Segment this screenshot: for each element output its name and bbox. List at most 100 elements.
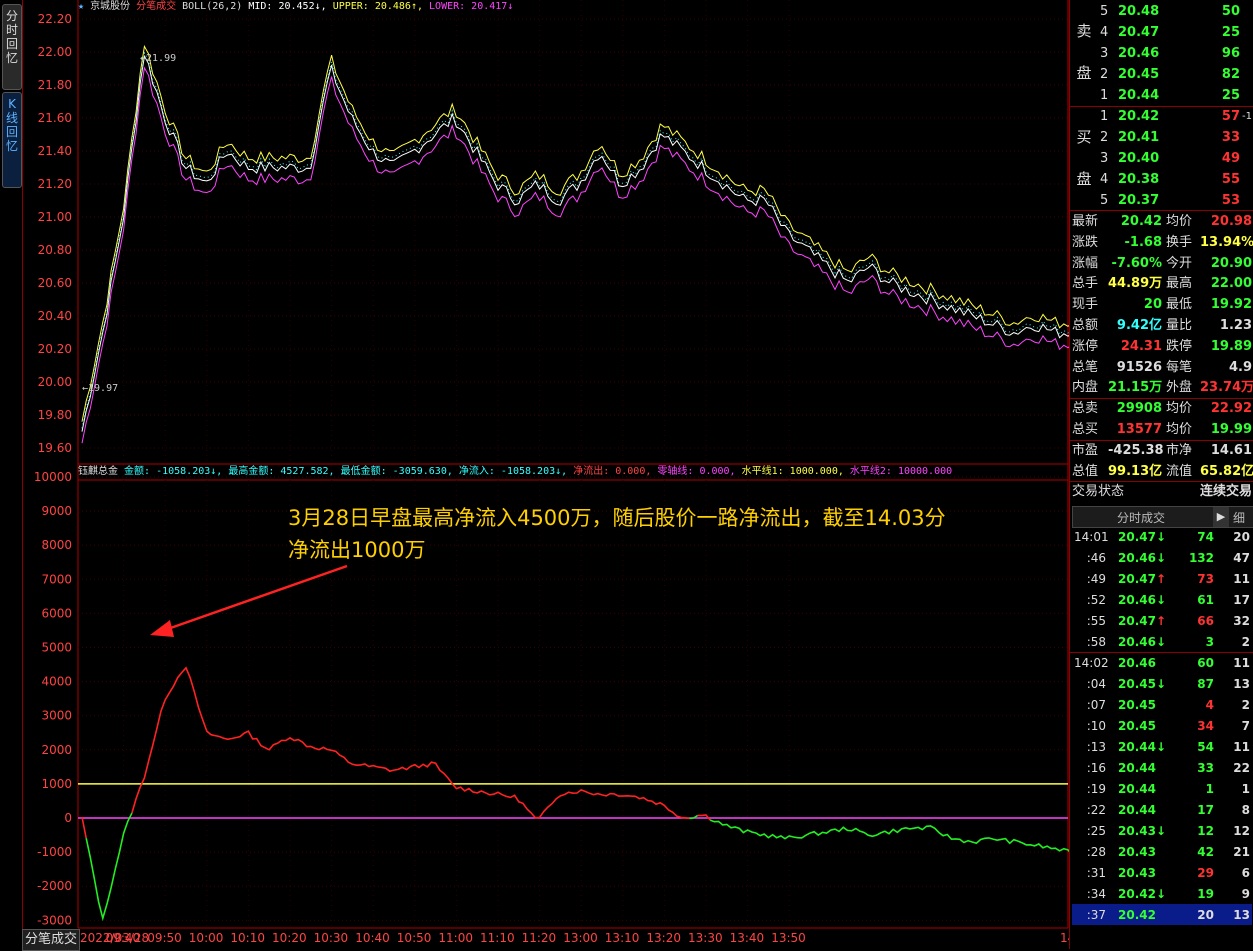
tick-row[interactable]: 14:01 20.47↓ 74 20	[1070, 527, 1253, 548]
tick-list-header[interactable]: 分时成交 ▶ 细	[1072, 506, 1253, 528]
quote-value: 99.13亿	[1108, 463, 1163, 479]
tick-count: 17	[1233, 593, 1250, 607]
tick-price-value: 20.43	[1118, 824, 1156, 838]
tick-row[interactable]: :34 20.42↓ 19 9	[1070, 884, 1253, 905]
tick-price-value: 20.45	[1118, 677, 1156, 691]
star-icon[interactable]: ★	[78, 1, 84, 12]
quote-row: 最新 20.42 均价 20.98	[1070, 211, 1253, 232]
flow-tick-label: 9000	[41, 504, 72, 518]
tick-time: :25	[1086, 824, 1106, 838]
buy-level-row[interactable]: 5 20.37 53	[1100, 190, 1253, 211]
tick-price: 20.44	[1118, 758, 1168, 779]
net-inflow-line	[81, 816, 87, 839]
indicator-inflow: 净流入: -1058.203↓,	[458, 466, 568, 477]
tick-row[interactable]: 14:02 20.46 60 11	[1070, 653, 1253, 674]
quote-value: -7.60%	[1111, 255, 1163, 271]
quote-value: 44.89万	[1108, 276, 1163, 292]
boll-upper-line	[81, 44, 1069, 422]
time-tick-label: 11:00	[438, 931, 473, 945]
tick-price: 20.43	[1118, 842, 1168, 863]
tick-volume: 1	[1205, 782, 1214, 796]
tick-row[interactable]: :49 20.47↑ 73 11	[1070, 569, 1253, 590]
tick-row[interactable]: :25 20.43↓ 12 12	[1070, 821, 1253, 842]
sell-level-row[interactable]: 5 20.48 50	[1100, 1, 1253, 22]
buy-level-row[interactable]: 1 20.42 57	[1100, 106, 1253, 127]
quote-value: 9.42亿	[1116, 318, 1162, 333]
tick-price-value: 20.46	[1118, 593, 1156, 607]
sell-level-row[interactable]: 2 20.45 82	[1100, 64, 1253, 85]
buy-side-label-1: 买	[1076, 128, 1092, 146]
tick-price-value: 20.45	[1118, 719, 1156, 733]
quote-label-2: 均价	[1166, 422, 1193, 437]
tick-volume: 33	[1197, 761, 1214, 775]
sell-level-row[interactable]: 4 20.47 25	[1100, 22, 1253, 43]
quote-value-2: 22.92	[1210, 401, 1252, 417]
tick-row[interactable]: :04 20.45↓ 87 13	[1070, 674, 1253, 695]
tick-row[interactable]: :07 20.45 4 2	[1070, 695, 1253, 716]
sell-level-row[interactable]: 3 20.46 96	[1100, 43, 1253, 64]
indicator-info-bar: 钰麒总金 金额: -1058.203↓, 最高金额: 4527.582, 最低金…	[78, 465, 952, 479]
tick-time: :10	[1086, 719, 1106, 733]
net-inflow-line	[131, 666, 690, 820]
quote-value: 13577	[1116, 422, 1162, 437]
tick-row[interactable]: :22 20.44 17 8	[1070, 800, 1253, 821]
tick-volume: 66	[1197, 614, 1214, 628]
time-tick-label: 10:30	[314, 931, 349, 945]
tick-time: :49	[1086, 572, 1106, 586]
time-tick-label: 13:30	[688, 931, 723, 945]
tick-price-value: 20.44	[1118, 740, 1156, 754]
tick-price: 20.44	[1118, 779, 1168, 800]
quote-value: -1.68	[1124, 234, 1162, 250]
buy-note: -1	[1242, 111, 1252, 122]
tick-row[interactable]: :37 20.42 20 13	[1070, 905, 1253, 926]
buy-volume: 33	[1221, 130, 1240, 145]
arrow-down-icon: ↓	[1155, 635, 1167, 649]
quote-label: 涨幅	[1072, 255, 1099, 271]
arrow-down-icon: ↓	[1155, 593, 1167, 607]
quote-label-2: 外盘	[1166, 380, 1193, 396]
tick-price-value: 20.47	[1118, 572, 1156, 586]
tick-row[interactable]: :55 20.47↑ 66 32	[1070, 611, 1253, 632]
tick-row[interactable]: :16 20.44 33 22	[1070, 758, 1253, 779]
tick-row[interactable]: :13 20.44↓ 54 11	[1070, 737, 1253, 758]
tick-count: 1	[1241, 782, 1250, 796]
sell-level-row[interactable]: 1 20.44 25	[1100, 85, 1253, 106]
tick-row[interactable]: :31 20.43 29 6	[1070, 863, 1253, 884]
quote-row: 涨跌 -1.68 换手 13.94%	[1070, 232, 1253, 253]
price-tick-label: 19.80	[38, 408, 72, 422]
tick-count: 6	[1241, 866, 1250, 880]
tick-row[interactable]: :58 20.46↓ 3 2	[1070, 632, 1253, 653]
flow-tick-label: 2000	[41, 743, 72, 757]
tick-price: 20.45↓	[1118, 674, 1168, 695]
tick-count: 12	[1233, 824, 1250, 838]
tick-row[interactable]: :46 20.46↓ 132 47	[1070, 548, 1253, 569]
price-high-mark: ←21.99	[140, 53, 176, 64]
time-tick-label: 09:50	[147, 931, 182, 945]
tick-price-value: 20.46	[1118, 635, 1156, 649]
quote-label: 现手	[1072, 297, 1099, 313]
indicator-name[interactable]: 钰麒总金	[78, 466, 118, 477]
tab-fenshi-recall[interactable]: 分时回忆	[2, 4, 22, 90]
tick-volume: 12	[1197, 824, 1214, 838]
buy-level-row[interactable]: 4 20.38 55	[1100, 169, 1253, 190]
price-low-mark: ←19.97	[82, 383, 118, 394]
tick-count: 11	[1233, 656, 1250, 670]
tick-row[interactable]: :19 20.44 1 1	[1070, 779, 1253, 800]
tick-detail-button[interactable]: 细	[1233, 509, 1245, 526]
tick-row[interactable]: :10 20.45 34 7	[1070, 716, 1253, 737]
price-tick-label: 21.00	[38, 210, 72, 224]
time-tick-label: 10:20	[272, 931, 307, 945]
tick-row[interactable]: :28 20.43 42 21	[1070, 842, 1253, 863]
annotation-arrow-line	[161, 564, 348, 633]
play-icon[interactable]: ▶	[1213, 507, 1229, 527]
buy-price: 20.37	[1118, 193, 1160, 208]
tab-kline-recall[interactable]: K线回忆	[2, 92, 22, 188]
time-tick-label: 13:10	[605, 931, 640, 945]
quote-value-2: 20.90	[1210, 255, 1252, 271]
buy-level-row[interactable]: 3 20.40 49	[1100, 148, 1253, 169]
buy-level-row[interactable]: 2 20.41 33	[1100, 127, 1253, 148]
quote-row: 总值 99.13亿 流值 65.82亿	[1070, 461, 1253, 482]
sell-volume: 82	[1221, 67, 1240, 82]
arrow-down-icon: ↓	[1155, 530, 1167, 544]
tick-row[interactable]: :52 20.46↓ 61 17	[1070, 590, 1253, 611]
